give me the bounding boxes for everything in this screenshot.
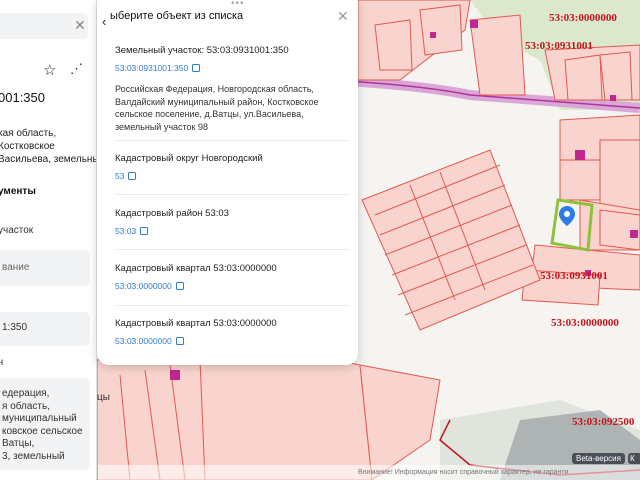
item-link[interactable]: 53:03 <box>115 226 350 236</box>
item-link[interactable]: 53 <box>115 171 350 181</box>
info-box: 1:350 <box>0 312 90 346</box>
copy-icon[interactable] <box>175 337 184 345</box>
copy-icon[interactable] <box>175 282 184 290</box>
close-icon[interactable]: ✕ <box>337 8 349 25</box>
divider <box>115 249 350 250</box>
cadastral-label: 53:03:0931001 <box>540 270 608 282</box>
item-link[interactable]: 53:03:0931001:350 <box>115 63 350 73</box>
list-item[interactable]: Кадастровый район 53:03 53:03 <box>115 208 350 236</box>
item-title: Земельный участок: 53:03:0931001:350 <box>115 45 289 56</box>
disclaimer-text: Внимание! Информация носит справочный ха… <box>98 465 640 480</box>
item-title: Кадастровый округ Новгородский <box>115 153 263 164</box>
item-link[interactable]: 53:03:0000000 <box>115 336 350 346</box>
full-address: едерация, я область, муниципальный ковск… <box>2 388 83 462</box>
divider <box>115 305 350 306</box>
list-item[interactable]: Земельный участок: 53:03:0931001:350 53:… <box>115 45 350 133</box>
copy-icon[interactable] <box>192 64 201 72</box>
copy-icon[interactable] <box>140 227 149 235</box>
info-row: ч <box>0 357 3 368</box>
cadastral-label: 53:03:092500 <box>572 416 635 428</box>
beta-badge[interactable]: Beta-версия <box>572 453 625 464</box>
item-title: Кадастровый квартал 53:03:0000000 <box>115 318 277 329</box>
object-list-popup: ••• ‹ ыберите объект из списка ✕ Земельн… <box>97 0 358 365</box>
cadastral-label: 53:03:0000000 <box>551 317 619 329</box>
popup-title: ыберите объект из списка <box>110 10 244 22</box>
close-icon[interactable]: ✕ <box>74 17 86 34</box>
section-title: ументы <box>0 186 36 197</box>
star-icon[interactable]: ☆ <box>43 61 56 79</box>
cadastral-label: 53:03:0931001 <box>525 40 593 52</box>
divider <box>115 194 350 195</box>
item-title: Кадастровый квартал 53:03:0000000 <box>115 263 277 274</box>
item-title: Кадастровый район 53:03 <box>115 208 229 219</box>
app-root: 53:03:0000000 53:03:0931001 53:03:093100… <box>0 0 640 480</box>
cadastral-number: 001:350 <box>0 90 45 105</box>
map-button[interactable]: К <box>628 453 640 464</box>
drag-handle[interactable]: ••• <box>231 0 247 9</box>
object-card: ✕ ☆ ⋰ 001:350 кая область, Костковское В… <box>0 0 97 480</box>
share-icon[interactable]: ⋰ <box>70 61 83 77</box>
street-label: цы <box>97 392 110 403</box>
document-row[interactable]: участок <box>0 225 33 236</box>
list-item[interactable]: Кадастровый квартал 53:03:0000000 53:03:… <box>115 263 350 291</box>
copy-icon[interactable] <box>128 172 137 180</box>
list-item[interactable]: Кадастровый квартал 53:03:0000000 53:03:… <box>115 318 350 346</box>
back-arrow-icon[interactable]: ‹ <box>102 14 106 29</box>
item-description: Российская Федерация, Новгородская облас… <box>115 84 319 132</box>
cadastral-label: 53:03:0000000 <box>549 12 617 24</box>
address-text: кая область, Костковское Васильева, земе… <box>0 128 97 165</box>
list-item[interactable]: Кадастровый округ Новгородский 53 <box>115 153 350 181</box>
info-box: вание <box>0 250 90 286</box>
item-link[interactable]: 53:03:0000000 <box>115 281 350 291</box>
divider <box>115 140 350 141</box>
